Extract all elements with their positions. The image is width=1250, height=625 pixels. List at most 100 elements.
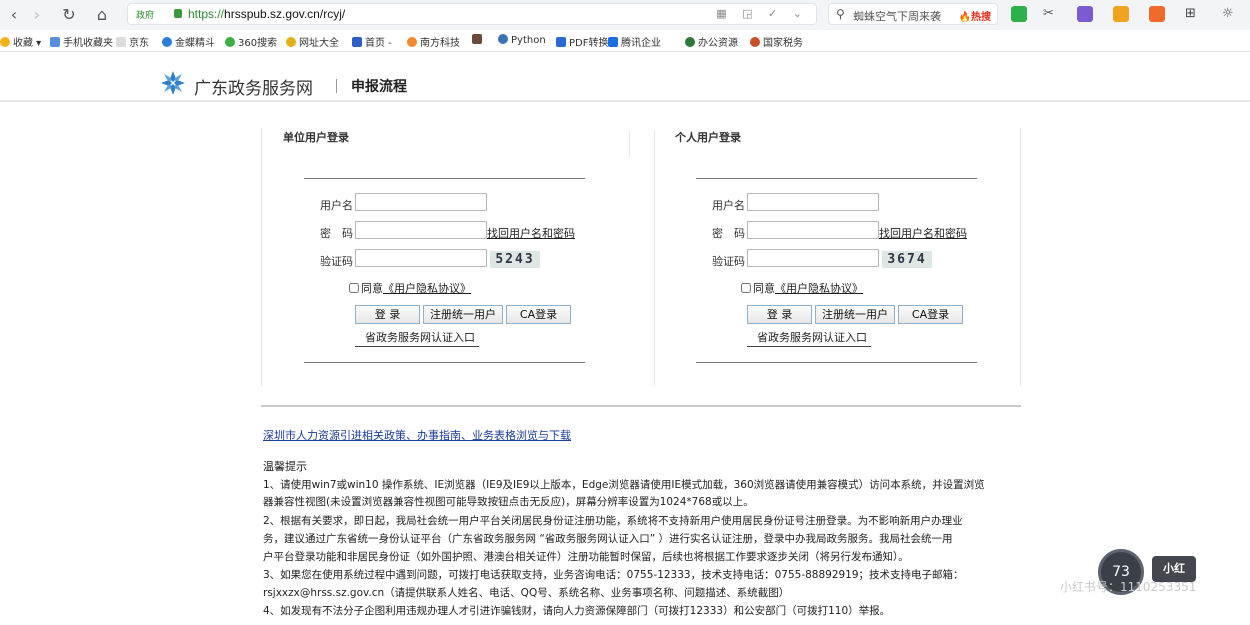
org-login-button[interactable]: 登 录 [355, 305, 420, 324]
page-icon [116, 37, 126, 47]
personal-portal-link[interactable]: 省政务服务网认证入口 [747, 329, 871, 347]
browser-search-box[interactable]: ⚲ 蜘蛛空气下周来袭 🔥热搜 [828, 3, 998, 25]
notice-line: rsjxxzx@hrss.sz.gov.cn（请提供联系人姓名、电话、QQ号、系… [263, 587, 790, 599]
personal-agree-checkbox[interactable]: 同意《用户隐私协议》 [741, 280, 863, 296]
bookmark-tencent[interactable]: 腾讯企业 [608, 34, 661, 49]
folder-icon [50, 37, 60, 47]
search-icon: ⚲ [836, 7, 845, 21]
site-title[interactable]: 广东政务服务网 [194, 74, 313, 99]
personal-captcha-input[interactable] [747, 249, 879, 267]
globe-icon [286, 37, 296, 47]
notice-title: 温馨提示 [263, 460, 307, 473]
address-bar[interactable]: 政府 https://hrsspub.sz.gov.cn/rcyj/ ▦ ◲ ✓… [127, 3, 817, 25]
policy-download-link[interactable]: 深圳市人力资源引进相关政策、办事指南、业务表格浏览与下载 [263, 427, 571, 443]
content-separator [261, 405, 1021, 407]
notice-line: 1、请使用win7或win10 操作系统、IE浏览器（IE9及IE9以上版本，E… [263, 479, 985, 491]
org-password-input[interactable] [355, 221, 487, 239]
notice-line: 户平台登录功能和非居民身份证（如外国护照、港澳台相关证件）注册功能暂时保留，后续… [263, 551, 909, 563]
game-extension-icon[interactable] [1149, 6, 1165, 22]
bookmark-sustech[interactable]: 南方科技 [407, 34, 460, 49]
bookmark-office[interactable]: 办公资源 [685, 34, 738, 49]
personal-password-label: 密 码 [712, 227, 745, 240]
personal-login-button[interactable]: 登 录 [747, 305, 812, 324]
school-icon [407, 37, 417, 47]
bookmark-360[interactable]: 360搜索 [225, 34, 277, 49]
bookmark-home[interactable]: 首页 - [352, 34, 392, 49]
lock-icon [174, 9, 182, 18]
personal-password-input[interactable] [747, 221, 879, 239]
panel-divider [654, 130, 655, 386]
star-icon [0, 37, 10, 47]
org-username-label: 用户名 [320, 199, 353, 212]
python-icon [498, 34, 508, 44]
personal-privacy-link[interactable]: 《用户隐私协议》 [775, 282, 863, 295]
bookmark-tax[interactable]: 国家税务 [750, 34, 803, 49]
org-portal-link[interactable]: 省政务服务网认证入口 [355, 329, 479, 347]
gov-badge: 政府 [136, 11, 155, 21]
org-username-input[interactable] [355, 193, 487, 211]
scissors-icon[interactable]: ✂ [1043, 6, 1059, 22]
bookmark-site[interactable] [472, 34, 485, 46]
notice-line: 3、如果您在使用系统过程中遇到问题，可拨打电话获取支持，业务咨询电话：0755-… [263, 569, 964, 581]
org-captcha-label: 验证码 [320, 255, 353, 268]
pdf-icon [556, 37, 566, 47]
personal-login-title: 个人用户登录 [675, 131, 741, 144]
kingdee-icon [162, 37, 172, 47]
bookmark-jd[interactable]: 京东 [116, 34, 149, 49]
bookmark-mobile[interactable]: 手机收藏夹 [50, 34, 113, 49]
site-icon [472, 34, 482, 44]
org-agree-box[interactable] [349, 283, 359, 293]
watermark-text: 小红书号：1110253351 [1060, 580, 1197, 594]
site-header: 广东政务服务网 申报流程 [0, 52, 1250, 102]
translate-extension-icon[interactable] [1077, 6, 1093, 22]
reload-icon[interactable]: ↻ [59, 5, 79, 25]
personal-top-rule [696, 178, 977, 179]
forward-icon[interactable]: › [27, 5, 47, 25]
url-action-icons[interactable]: ▦ ◲ ✓ ⌄ [716, 7, 808, 20]
personal-ca-login-button[interactable]: CA登录 [898, 305, 963, 324]
org-login-title: 单位用户登录 [283, 131, 349, 144]
org-bottom-rule [304, 362, 585, 363]
url-text: https://hrsspub.sz.gov.cn/rcyj/ [188, 7, 346, 21]
bookmarks-bar: 收藏 ▾ 手机收藏夹 京东 金蝶精斗 360搜索 网址大全 首页 - 南方科技 … [0, 30, 1250, 52]
notice-line: 务，建议通过广东省统一身份认证平台（广东省政务服务网 “省政务服务网认证入口” … [263, 533, 953, 545]
personal-register-button[interactable]: 注册统一用户 [815, 305, 895, 324]
org-top-rule [304, 178, 585, 179]
notice-line: 2、根据有关要求，即日起，我局社会统一用户平台关闭居民身份证注册功能，系统将不支… [263, 515, 963, 527]
bookmark-python[interactable]: Python [498, 34, 546, 46]
hot-search-badge[interactable]: 🔥热搜 [959, 8, 991, 23]
search-placeholder: 蜘蛛空气下周来袭 [853, 10, 941, 23]
bookmark-kingdee[interactable]: 金蝶精斗 [162, 34, 215, 49]
org-privacy-link[interactable]: 《用户隐私协议》 [383, 282, 471, 295]
org-password-label: 密 码 [320, 227, 353, 240]
wechat-extension-icon[interactable] [1011, 6, 1027, 22]
org-captcha-image[interactable]: 5243 [490, 251, 540, 268]
org-register-button[interactable]: 注册统一用户 [423, 305, 503, 324]
shield-extension-icon[interactable] [1113, 6, 1129, 22]
header-divider [336, 79, 337, 93]
browser-toolbar: ‹ › ↻ ⌂ 政府 https://hrsspub.sz.gov.cn/rcy… [0, 0, 1250, 30]
personal-username-label: 用户名 [712, 199, 745, 212]
org-agree-checkbox[interactable]: 同意《用户隐私协议》 [349, 280, 471, 296]
personal-agree-box[interactable] [741, 283, 751, 293]
tax-icon [750, 37, 760, 47]
home-icon[interactable]: ⌂ [92, 5, 112, 25]
back-icon[interactable]: ‹ [4, 5, 24, 25]
bookmark-daquan[interactable]: 网址大全 [286, 34, 339, 49]
bookmark-favorites[interactable]: 收藏 ▾ [0, 34, 41, 49]
org-ca-login-button[interactable]: CA登录 [506, 305, 571, 324]
apps-grid-icon[interactable]: ⊞ [1185, 6, 1201, 22]
gd-gov-logo-icon [161, 71, 185, 95]
panel-divider-short [629, 130, 630, 158]
personal-forgot-link[interactable]: 找回用户名和密码 [879, 225, 967, 241]
personal-captcha-image[interactable]: 3674 [882, 251, 932, 268]
notice-line: 器兼容性视图(未设置浏览器兼容性视图可能导致按钮点击无反应)，屏幕分辨率设置为1… [263, 496, 754, 508]
notice-line: 4、如发现有不法分子企图利用违规办理人才引进诈骗钱财，请向人力资源保障部门（可拨… [263, 605, 891, 617]
tencent-icon [608, 37, 618, 47]
personal-username-input[interactable] [747, 193, 879, 211]
org-forgot-link[interactable]: 找回用户名和密码 [487, 225, 575, 241]
org-captcha-input[interactable] [355, 249, 487, 267]
theme-sun-icon[interactable]: ☼ [1222, 6, 1238, 22]
bookmark-pdf[interactable]: PDF转换 [556, 34, 608, 49]
personal-captcha-label: 验证码 [712, 255, 745, 268]
